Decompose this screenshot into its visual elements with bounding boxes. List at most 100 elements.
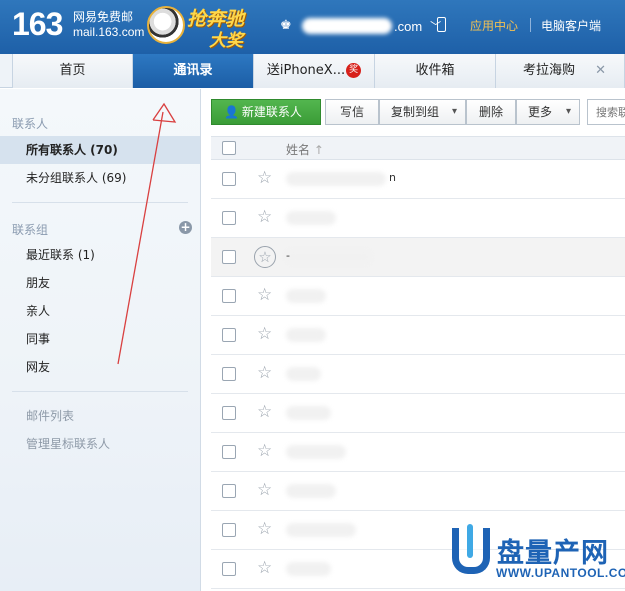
contact-name-redacted [286, 406, 331, 420]
row-checkbox[interactable] [222, 523, 236, 537]
delete-button[interactable]: 删除 [466, 99, 516, 125]
row-checkbox[interactable] [222, 406, 236, 420]
username-redacted [302, 18, 392, 34]
row-checkbox[interactable] [222, 445, 236, 459]
sidebar-item-netfriends[interactable]: 网友 [0, 353, 200, 381]
table-row[interactable]: ☆ [211, 277, 625, 316]
sidebar-item-friends[interactable]: 朋友 [0, 269, 200, 297]
new-contact-label: 新建联系人 [241, 105, 302, 119]
row-checkbox[interactable] [222, 562, 236, 576]
upantool-logo-icon [452, 524, 490, 574]
row-checkbox[interactable] [222, 211, 236, 225]
row-checkbox[interactable] [222, 484, 236, 498]
chevron-down-icon: ▾ [565, 106, 571, 117]
table-row[interactable]: ☆ [211, 199, 625, 238]
table-row[interactable]: ☆ [211, 394, 625, 433]
star-icon[interactable]: ☆ [257, 442, 272, 460]
more-label: 更多 [528, 105, 553, 119]
copy-to-group-button[interactable]: 复制到组 ▾ [379, 99, 466, 125]
watermark-title: 盘量产网 [497, 538, 609, 569]
sidebar-item-all-contacts[interactable]: 所有联系人 (70) [0, 136, 200, 164]
sort-asc-icon: ↑ [313, 143, 324, 157]
tab-bar: 首页 通讯录 送iPhoneX... 奖 收件箱 考拉海购 ✕ [0, 54, 625, 88]
add-group-icon[interactable]: + [179, 221, 192, 234]
toolbar: 👤 新建联系人 写信 复制到组 ▾ 删除 更多 ▾ [201, 89, 625, 135]
write-mail-button[interactable]: 写信 [325, 99, 379, 125]
table-row[interactable]: ☆ - [211, 238, 625, 277]
add-user-icon: 👤 [224, 105, 239, 119]
row-checkbox[interactable] [222, 250, 236, 264]
contact-name-fragment: n [389, 171, 396, 184]
chevron-down-icon: ▾ [451, 106, 457, 117]
contact-name-redacted [286, 328, 326, 342]
user-domain: .com [394, 18, 423, 34]
divider [530, 18, 531, 32]
search-input[interactable] [587, 99, 625, 125]
tab-kaola[interactable]: 考拉海购 ✕ [496, 54, 625, 88]
crown-icon: ♚ [280, 18, 292, 33]
sidebar-item-recent[interactable]: 最近联系 (1) [0, 241, 200, 269]
star-icon[interactable]: ☆ [257, 169, 272, 187]
star-icon[interactable]: ☆ [257, 286, 272, 304]
name-header-label: 姓名 [286, 143, 311, 157]
star-icon[interactable]: ☆ [257, 520, 272, 538]
table-row[interactable]: ☆ n [211, 160, 625, 199]
row-checkbox[interactable] [222, 367, 236, 381]
watermark-url: WWW.UPANTOOL.COM [496, 566, 625, 580]
sidebar-item-ungrouped[interactable]: 未分组联系人 (69) [0, 164, 200, 192]
sidebar-item-family[interactable]: 亲人 [0, 297, 200, 325]
row-checkbox[interactable] [222, 328, 236, 342]
sidebar-item-colleagues[interactable]: 同事 [0, 325, 200, 353]
sidebar-item-mailing-list[interactable]: 邮件列表 [0, 402, 200, 430]
table-row[interactable]: ☆ [211, 355, 625, 394]
contact-name-redacted [286, 562, 331, 576]
app-center-link[interactable]: 应用中心 [470, 17, 518, 34]
star-icon[interactable]: ☆ [257, 559, 272, 577]
mobile-phone-icon[interactable] [437, 17, 446, 32]
row-checkbox[interactable] [222, 172, 236, 186]
contact-name-redacted [286, 367, 321, 381]
table-row[interactable]: ☆ [211, 472, 625, 511]
tab-inbox[interactable]: 收件箱 [375, 54, 496, 88]
table-row[interactable]: ☆ [211, 316, 625, 355]
star-icon[interactable]: ☆ [254, 246, 276, 268]
row-checkbox[interactable] [222, 289, 236, 303]
contact-name-redacted [286, 445, 346, 459]
copy-to-group-label: 复制到组 [391, 105, 440, 119]
contact-name-redacted [286, 523, 356, 537]
top-header: 163 网易免费邮 mail.163.com 抢奔驰 大奖 ♚ .com ﹀ 应… [0, 0, 625, 54]
select-all-checkbox[interactable] [222, 141, 236, 155]
star-icon[interactable]: ☆ [257, 325, 272, 343]
promo-line-2: 大奖 [209, 31, 243, 51]
tab-contacts[interactable]: 通讯录 [133, 54, 254, 88]
star-icon[interactable]: ☆ [257, 481, 272, 499]
contact-name-redacted [286, 250, 371, 264]
star-icon[interactable]: ☆ [257, 364, 272, 382]
contact-name-redacted [286, 172, 386, 186]
new-contact-button[interactable]: 👤 新建联系人 [211, 99, 321, 125]
sidebar: 联系人 所有联系人 (70) 未分组联系人 (69) 联系组 + 最近联系 (1… [0, 89, 201, 591]
name-column-header[interactable]: 姓名 ↑ [286, 141, 324, 158]
logo-domain: mail.163.com [73, 25, 145, 39]
divider [12, 202, 188, 203]
user-account-menu[interactable]: ♚ .com ﹀ [280, 16, 441, 36]
divider [12, 391, 188, 392]
logo-name: 网易免费邮 [73, 10, 134, 24]
table-header: 姓名 ↑ [211, 136, 625, 160]
pc-client-link[interactable]: 电脑客户端 [541, 17, 601, 34]
close-icon[interactable]: ✕ [595, 54, 606, 88]
table-row[interactable]: ☆ [211, 433, 625, 472]
sidebar-item-manage-starred[interactable]: 管理星标联系人 [0, 430, 200, 458]
contact-name-redacted [286, 211, 336, 225]
tab-iphone-promo[interactable]: 送iPhoneX... 奖 [254, 54, 375, 88]
star-icon[interactable]: ☆ [257, 403, 272, 421]
promo-banner[interactable]: 抢奔驰 大奖 [147, 4, 282, 51]
tab-kaola-label: 考拉海购 [523, 63, 576, 78]
contact-name-fragment: - [286, 249, 290, 262]
tab-iphone-label: 送iPhoneX... [266, 63, 346, 78]
logo-number[interactable]: 163 [12, 6, 63, 43]
more-button[interactable]: 更多 ▾ [516, 99, 580, 125]
tab-home[interactable]: 首页 [12, 54, 133, 88]
star-icon[interactable]: ☆ [257, 208, 272, 226]
contact-name-redacted [286, 289, 326, 303]
